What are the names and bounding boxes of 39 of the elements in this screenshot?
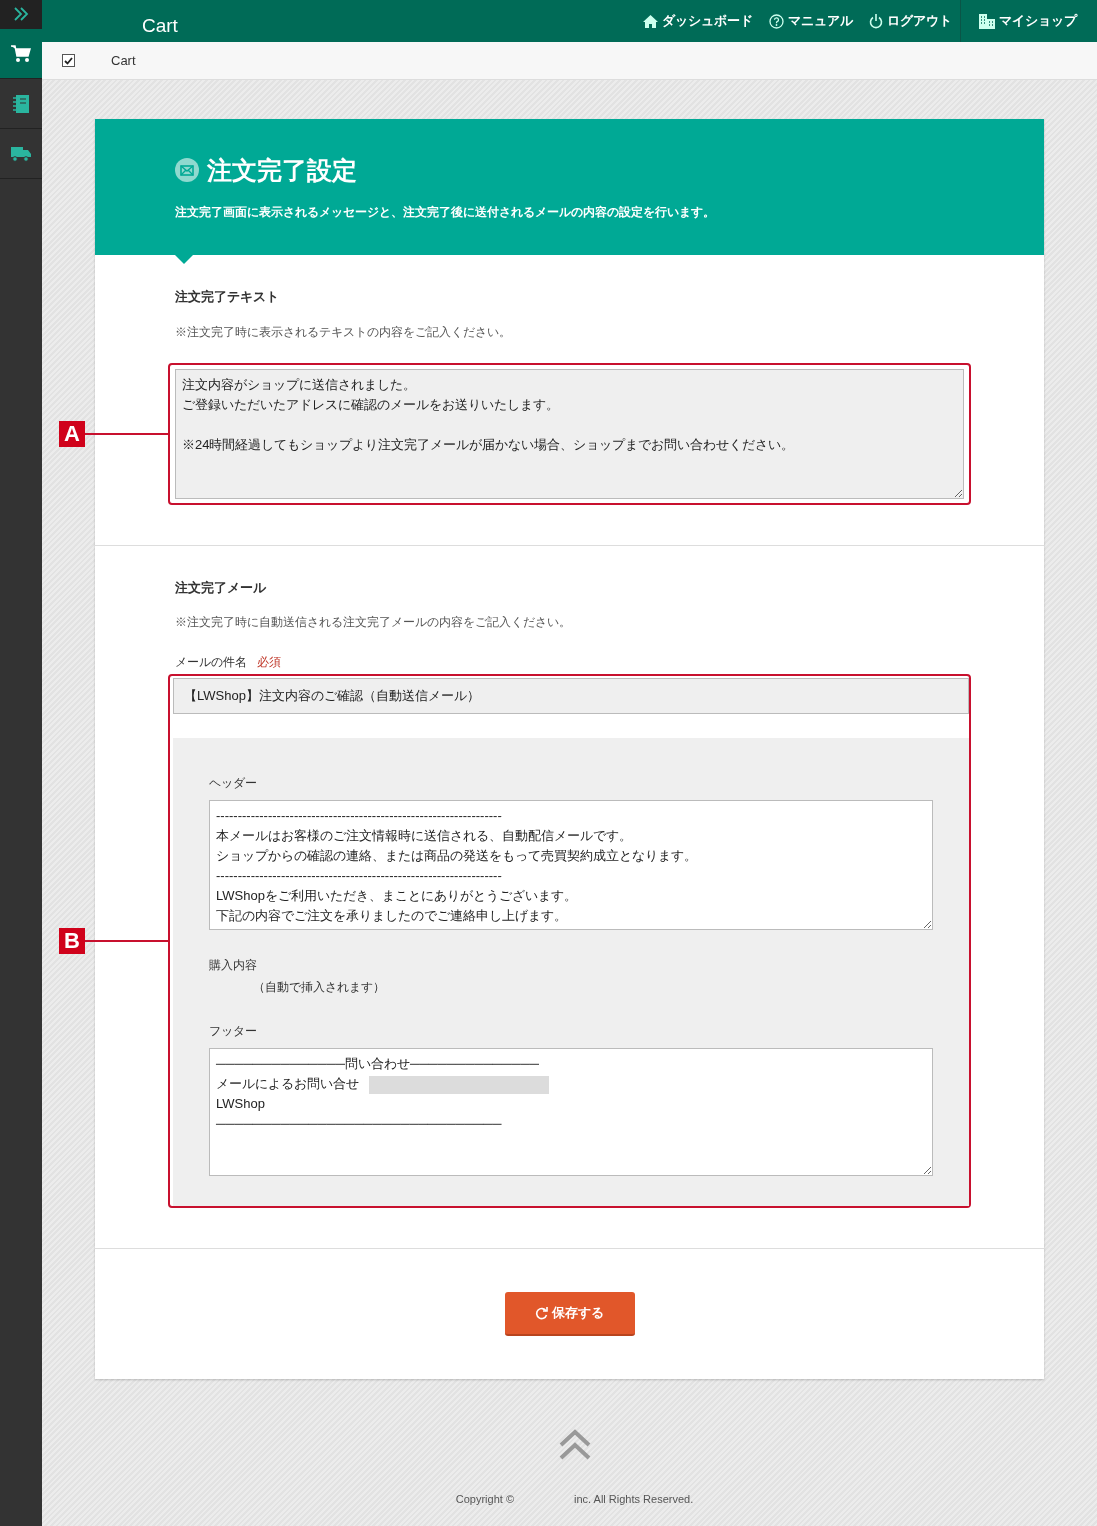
section-heading: 注文完了メール xyxy=(175,579,267,596)
nav-link[interactable]: ログアウト xyxy=(861,11,960,31)
help-icon xyxy=(769,13,784,29)
rights-text: inc. All Rights Reserved. xyxy=(574,1492,694,1508)
save-button[interactable]: 保存する xyxy=(504,1292,635,1337)
annotation-label: B xyxy=(59,928,85,955)
header-field[interactable]: ------------------------------------------------------------------ 本メールはお客様のご注文情報時に送信される、自動配信メールです。 ショップからの確認の連絡、または商品の発送をもって売買契約成立となります。 ------------------------------------------------------------------ LWShopをご利用いただき、まことにありがとうございます。 下記の内容でご注文を承りましたのでご連絡申し上げます。 xyxy=(209,800,933,931)
required-label: 必須 xyxy=(257,655,281,670)
sidebar-item[interactable] xyxy=(0,0,42,29)
content-note: （自動で挿入されます） xyxy=(253,979,386,997)
completion-text-field[interactable]: 注文内容がショップに送信されました。 ご登録いただいたアドレスに確認のメールをお送りいたします。 ※24時間経過してもショップより注文完了メールが届かない場合、ショップまでお問い合わせください。 xyxy=(175,368,964,499)
annotation-label: A xyxy=(59,420,85,447)
house-icon xyxy=(643,14,658,28)
nav-link[interactable]: マニュアル xyxy=(761,11,861,31)
page-title: Cart xyxy=(142,13,178,38)
power-icon xyxy=(869,13,883,29)
copyright-text: Copyright © xyxy=(455,1492,514,1508)
nav-link[interactable]: ダッシュボード xyxy=(635,11,761,31)
field-label: 購入内容 xyxy=(209,957,258,975)
section-heading: 注文完了テキスト xyxy=(175,289,280,305)
panel-description: 注文完了画面に表示されるメッセージと、注文完了後に送付されるメールの内容の設定を行います。 xyxy=(175,204,716,221)
field-label: フッター xyxy=(209,1023,258,1041)
building-icon xyxy=(979,13,995,29)
subject-field[interactable]: 【LWShop】注文内容のご確認（自動送信メール） xyxy=(173,678,969,715)
cart-icon xyxy=(11,44,31,63)
checkbox[interactable] xyxy=(62,54,75,67)
panel-title: 注文完了設定 xyxy=(207,155,357,185)
sidebar-item[interactable] xyxy=(0,29,42,79)
double-chevron-icon xyxy=(13,7,29,21)
envelope-icon xyxy=(175,158,199,182)
field-label: メールの件名 xyxy=(175,655,247,670)
book-icon xyxy=(13,94,29,113)
footer-field[interactable]: ──────────────問い合わせ────────────── メールによるお問い合せ LWShop ─────────────────────────────── xyxy=(209,1048,933,1177)
section-note: ※注文完了時に表示されるテキストの内容をご記入ください。 xyxy=(175,323,512,341)
breadcrumb-label: Cart xyxy=(111,51,136,70)
truck-icon xyxy=(11,145,31,162)
section-note: ※注文完了時に自動送信される注文完了メールの内容をご記入ください。 xyxy=(175,614,572,632)
refresh-icon xyxy=(535,1306,548,1320)
field-label: ヘッダー xyxy=(209,775,258,793)
